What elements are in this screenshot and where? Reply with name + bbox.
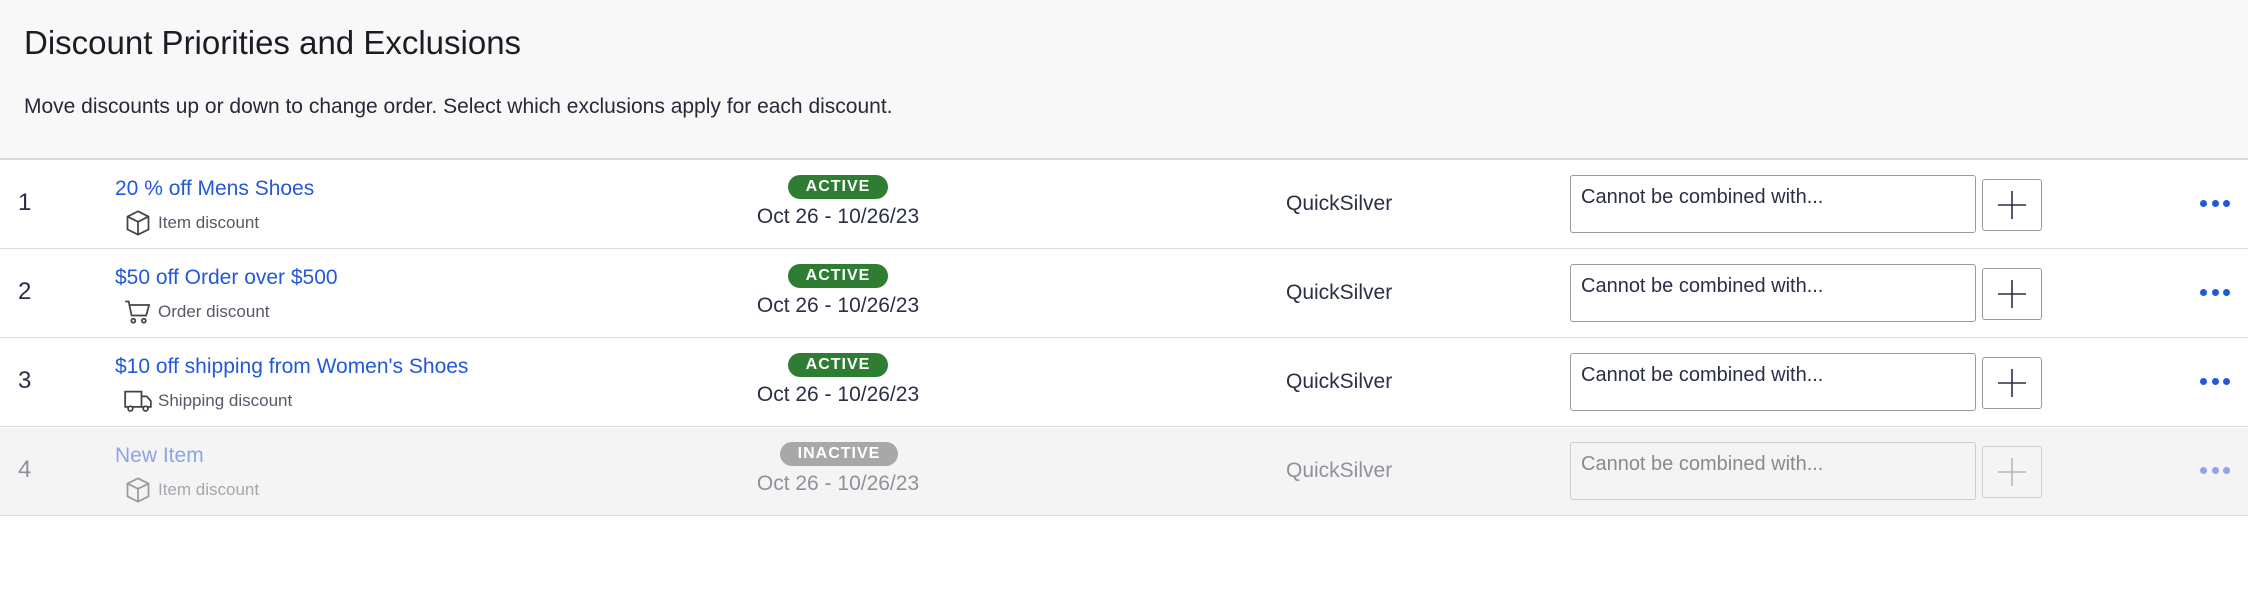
date-range: Oct 26 - 10/26/23 (756, 205, 920, 228)
exclusions-input[interactable]: Cannot be combined with... (1570, 175, 1976, 233)
more-options-button[interactable] (2200, 458, 2230, 482)
store-name: QuickSilver (1286, 281, 1393, 304)
plus-icon (1998, 458, 2026, 486)
cart-icon (125, 300, 151, 324)
box-icon (126, 477, 150, 503)
date-range: Oct 26 - 10/26/23 (756, 383, 920, 406)
row-index: 1 (18, 189, 32, 216)
add-exclusion-button[interactable] (1982, 179, 2042, 231)
dot-icon (2211, 466, 2219, 474)
dot-icon (2223, 288, 2230, 296)
plus-icon (1998, 191, 2026, 219)
discount-name-link[interactable]: 20 % off Mens Shoes (115, 177, 314, 201)
discount-type-label: Shipping discount (158, 391, 293, 410)
row-index: 2 (18, 278, 32, 305)
dot-icon (2211, 288, 2219, 296)
discount-type-label: Order discount (158, 302, 270, 321)
more-options-button[interactable] (2200, 280, 2230, 304)
status-badge: ACTIVE (788, 353, 888, 377)
dot-icon (2200, 377, 2207, 385)
box-icon (126, 210, 150, 236)
page-subtitle: Move discounts up or down to change orde… (24, 95, 893, 118)
discount-type: Order discount (124, 298, 270, 326)
discount-row: 2 $50 off Order over $500 Order discount… (0, 250, 2248, 338)
dot-icon (2200, 288, 2207, 296)
store-name: QuickSilver (1286, 192, 1393, 215)
dot-icon (2211, 199, 2219, 207)
dot-icon (2223, 199, 2230, 207)
discount-name-link[interactable]: New Item (115, 444, 204, 468)
dot-icon (2200, 466, 2207, 474)
discount-row: 4 New Item Item discount INACTIVE Oct 26… (0, 428, 2248, 516)
discount-row: 1 20 % off Mens Shoes Item discount ACTI… (0, 161, 2248, 249)
add-exclusion-button[interactable] (1982, 357, 2042, 409)
dot-icon (2223, 466, 2230, 474)
discount-type: Item discount (124, 476, 259, 504)
discount-name-link[interactable]: $10 off shipping from Women's Shoes (115, 355, 468, 379)
page-header: Discount Priorities and Exclusions Move … (0, 0, 2248, 160)
status-badge: ACTIVE (788, 264, 888, 288)
discount-type: Shipping discount (124, 387, 292, 415)
plus-icon (1998, 280, 2026, 308)
store-name: QuickSilver (1286, 370, 1393, 393)
store-name: QuickSilver (1286, 459, 1393, 482)
more-options-button[interactable] (2200, 369, 2230, 393)
dot-icon (2200, 199, 2207, 207)
dot-icon (2211, 377, 2219, 385)
page-title: Discount Priorities and Exclusions (24, 24, 522, 61)
exclusions-input[interactable]: Cannot be combined with... (1570, 442, 1976, 500)
discount-type: Item discount (124, 209, 259, 237)
row-index: 3 (18, 367, 32, 394)
add-exclusion-button[interactable] (1982, 268, 2042, 320)
dot-icon (2223, 377, 2230, 385)
more-options-button[interactable] (2200, 191, 2230, 215)
add-exclusion-button[interactable] (1982, 446, 2042, 498)
status-badge: INACTIVE (780, 442, 898, 466)
status-badge: ACTIVE (788, 175, 888, 199)
discount-row: 3 $10 off shipping from Women's Shoes Sh… (0, 339, 2248, 427)
plus-icon (1998, 369, 2026, 397)
date-range: Oct 26 - 10/26/23 (756, 294, 920, 317)
discount-type-label: Item discount (158, 213, 260, 232)
exclusions-input[interactable]: Cannot be combined with... (1570, 264, 1976, 322)
date-range: Oct 26 - 10/26/23 (756, 472, 920, 495)
discount-type-label: Item discount (158, 480, 260, 499)
row-index: 4 (18, 456, 32, 483)
truck-icon (124, 390, 152, 412)
exclusions-input[interactable]: Cannot be combined with... (1570, 353, 1976, 411)
discount-name-link[interactable]: $50 off Order over $500 (115, 266, 338, 290)
